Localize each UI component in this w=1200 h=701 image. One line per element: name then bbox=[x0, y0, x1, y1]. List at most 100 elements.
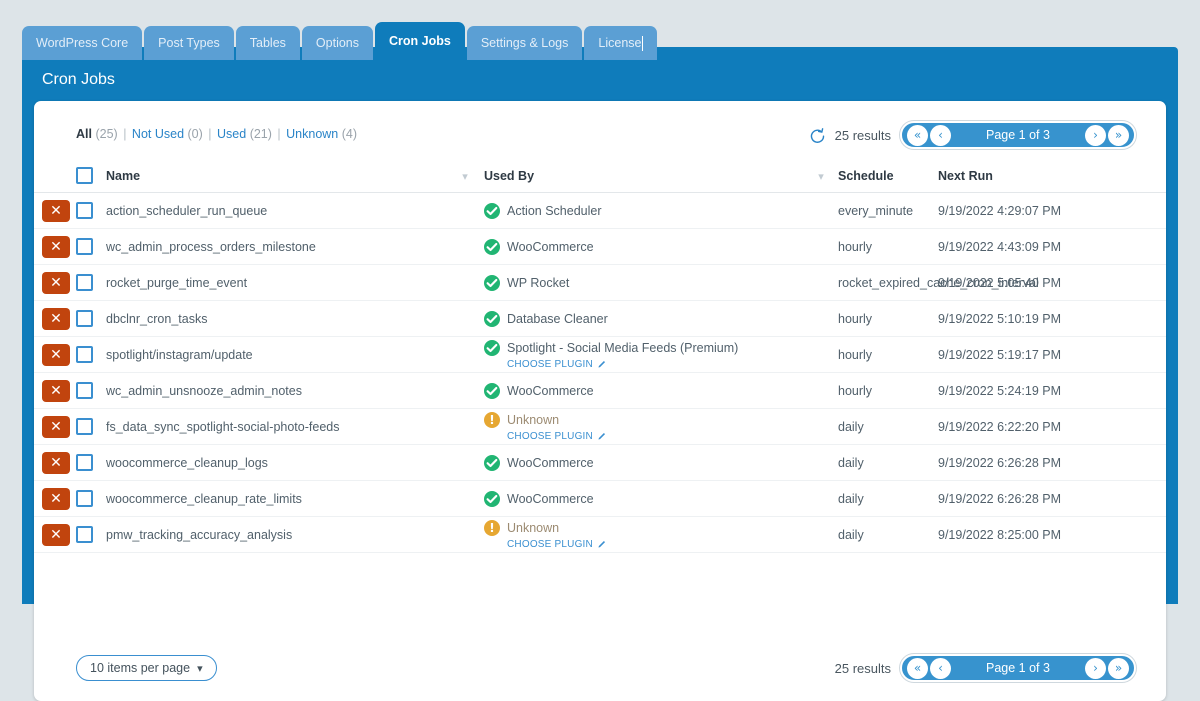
cell-used-by: ! Unknown CHOOSE PLUGIN bbox=[484, 411, 804, 442]
tab-cron-jobs[interactable]: Cron Jobs bbox=[375, 22, 465, 60]
delete-cell: ✕ bbox=[42, 271, 84, 294]
next-page-button-top[interactable]: › bbox=[1085, 124, 1106, 146]
sort-used-by-cell: ▾ bbox=[804, 167, 838, 185]
tab-license[interactable]: License bbox=[584, 26, 658, 60]
pencil-icon bbox=[597, 360, 606, 369]
delete-row-button[interactable]: ✕ bbox=[42, 307, 70, 330]
column-header-name[interactable]: Name bbox=[106, 169, 446, 183]
cell-next-run: 9/19/2022 5:19:17 PM bbox=[938, 346, 1128, 364]
warning-circle-icon: ! bbox=[484, 520, 500, 536]
cron-job-name: dbclnr_cron_tasks bbox=[106, 311, 208, 326]
cell-used-by: WooCommerce bbox=[484, 238, 804, 256]
tab-options[interactable]: Options bbox=[301, 26, 374, 60]
cell-used-by: Database Cleaner bbox=[484, 310, 804, 328]
cron-job-name: action_scheduler_run_queue bbox=[106, 203, 268, 218]
cell-name: action_scheduler_run_queue bbox=[106, 202, 446, 220]
check-circle-icon bbox=[484, 310, 500, 327]
column-header-schedule[interactable]: Schedule bbox=[838, 169, 938, 183]
cell-schedule: hourly bbox=[838, 382, 938, 400]
first-page-button-bottom[interactable]: « bbox=[907, 657, 928, 679]
text-cursor bbox=[642, 35, 644, 51]
delete-row-button[interactable]: ✕ bbox=[42, 487, 70, 510]
cell-next-run: 9/19/2022 5:05:40 PM bbox=[938, 274, 1128, 292]
last-page-button-top[interactable]: » bbox=[1108, 124, 1129, 146]
prev-page-button-bottom[interactable]: ‹ bbox=[930, 657, 951, 679]
delete-cell: ✕ bbox=[42, 199, 84, 222]
choose-plugin-link[interactable]: CHOOSE PLUGIN bbox=[507, 539, 606, 550]
column-header-used-by[interactable]: Used By bbox=[484, 169, 804, 183]
column-header-next-run[interactable]: Next Run bbox=[938, 169, 1128, 183]
last-page-button-bottom[interactable]: » bbox=[1108, 657, 1129, 679]
filter-not-used[interactable]: Not Used bbox=[132, 127, 184, 141]
tab-label: WordPress Core bbox=[36, 36, 129, 50]
filter-used[interactable]: Used bbox=[217, 127, 246, 141]
results-count-top: 25 results bbox=[834, 127, 891, 143]
select-all-checkbox[interactable] bbox=[76, 167, 93, 184]
tab-label: Settings & Logs bbox=[480, 36, 569, 50]
cell-schedule: every_minute bbox=[838, 202, 938, 220]
filter-separator-2: | bbox=[208, 127, 212, 141]
next-run-label: 9/19/2022 5:05:40 PM bbox=[938, 275, 1062, 290]
cell-used-by: WooCommerce bbox=[484, 490, 804, 508]
filter-separator-1: | bbox=[123, 127, 127, 141]
prev-page-button-top[interactable]: ‹ bbox=[930, 124, 951, 146]
tab-tables[interactable]: Tables bbox=[235, 26, 300, 60]
table-body: ✕ action_scheduler_run_queue Action Schedu… bbox=[34, 193, 1166, 553]
choose-plugin-link[interactable]: CHOOSE PLUGIN bbox=[507, 431, 606, 442]
cron-job-name: fs_data_sync_spotlight-social-photo-feed… bbox=[106, 419, 340, 434]
filter-not-used-count: (0) bbox=[187, 127, 203, 141]
cell-schedule: daily bbox=[838, 454, 938, 472]
cron-jobs-table: Name ▾ Used By ▾ Schedule Next Run ✕ acti… bbox=[34, 159, 1166, 553]
delete-row-button[interactable]: ✕ bbox=[42, 343, 70, 366]
choose-plugin-label: CHOOSE PLUGIN bbox=[507, 539, 593, 550]
table-row: ✕ woocommerce_cleanup_logs WooCommerce dail… bbox=[34, 445, 1166, 481]
cell-next-run: 9/19/2022 6:22:20 PM bbox=[938, 418, 1128, 436]
filter-all[interactable]: All bbox=[76, 127, 92, 141]
check-circle-icon bbox=[484, 382, 500, 399]
delete-row-button[interactable]: ✕ bbox=[42, 415, 70, 438]
top-toolbar: 25 results « ‹ Page 1 of 3 › » bbox=[809, 121, 1136, 149]
items-per-page-select[interactable]: 10 items per page ▾ bbox=[76, 655, 217, 681]
tab-settings-logs[interactable]: Settings & Logs bbox=[466, 26, 583, 60]
delete-row-button[interactable]: ✕ bbox=[42, 451, 70, 474]
cell-used-by: Spotlight - Social Media Feeds (Premium)… bbox=[484, 339, 804, 370]
items-per-page-label: 10 items per page bbox=[90, 661, 191, 675]
table-row: ✕ spotlight/instagram/update Spotlight - S… bbox=[34, 337, 1166, 373]
schedule-label: daily bbox=[838, 491, 864, 506]
cell-schedule: hourly bbox=[838, 310, 938, 328]
delete-row-button[interactable]: ✕ bbox=[42, 523, 70, 546]
exclamation-glyph: ! bbox=[489, 521, 495, 535]
cell-used-by: Action Scheduler bbox=[484, 202, 804, 220]
tab-label: Cron Jobs bbox=[389, 34, 451, 48]
tab-wordpress-core[interactable]: WordPress Core bbox=[22, 26, 143, 60]
table-row: ✕ action_scheduler_run_queue Action Schedu… bbox=[34, 193, 1166, 229]
used-by-label: WP Rocket bbox=[507, 275, 570, 290]
check-circle-icon bbox=[484, 490, 500, 507]
delete-cell: ✕ bbox=[42, 307, 84, 330]
cell-name: fs_data_sync_spotlight-social-photo-feed… bbox=[106, 418, 446, 436]
delete-row-button[interactable]: ✕ bbox=[42, 235, 70, 258]
cell-schedule: rocket_expired_cache_cron_interval bbox=[838, 274, 1039, 292]
choose-plugin-link[interactable]: CHOOSE PLUGIN bbox=[507, 359, 738, 370]
refresh-icon[interactable] bbox=[809, 127, 826, 144]
tab-post-types[interactable]: Post Types bbox=[144, 26, 234, 60]
delete-row-button[interactable]: ✕ bbox=[42, 199, 70, 222]
first-page-button-top[interactable]: « bbox=[907, 124, 928, 146]
delete-row-button[interactable]: ✕ bbox=[42, 379, 70, 402]
next-run-label: 9/19/2022 6:26:28 PM bbox=[938, 455, 1062, 470]
chevron-down-icon[interactable]: ▾ bbox=[818, 170, 824, 183]
cron-job-name: woocommerce_cleanup_rate_limits bbox=[106, 491, 302, 506]
next-page-button-bottom[interactable]: › bbox=[1085, 657, 1106, 679]
sort-name-cell: ▾ bbox=[446, 167, 484, 185]
delete-cell: ✕ bbox=[42, 379, 84, 402]
chevron-down-icon[interactable]: ▾ bbox=[462, 170, 468, 183]
delete-row-button[interactable]: ✕ bbox=[42, 271, 70, 294]
filter-unknown[interactable]: Unknown bbox=[286, 127, 338, 141]
table-row: ✕ woocommerce_cleanup_rate_limits WooComme… bbox=[34, 481, 1166, 517]
tab-bar: WordPress Core Post Types Tables Options Cro… bbox=[22, 22, 658, 60]
filter-all-count: (25) bbox=[95, 127, 118, 141]
footer-toolbar: 25 results « ‹ Page 1 of 3 › » bbox=[835, 654, 1136, 682]
cell-used-by: WooCommerce bbox=[484, 382, 804, 400]
cell-name: dbclnr_cron_tasks bbox=[106, 310, 446, 328]
cell-schedule: daily bbox=[838, 490, 938, 508]
